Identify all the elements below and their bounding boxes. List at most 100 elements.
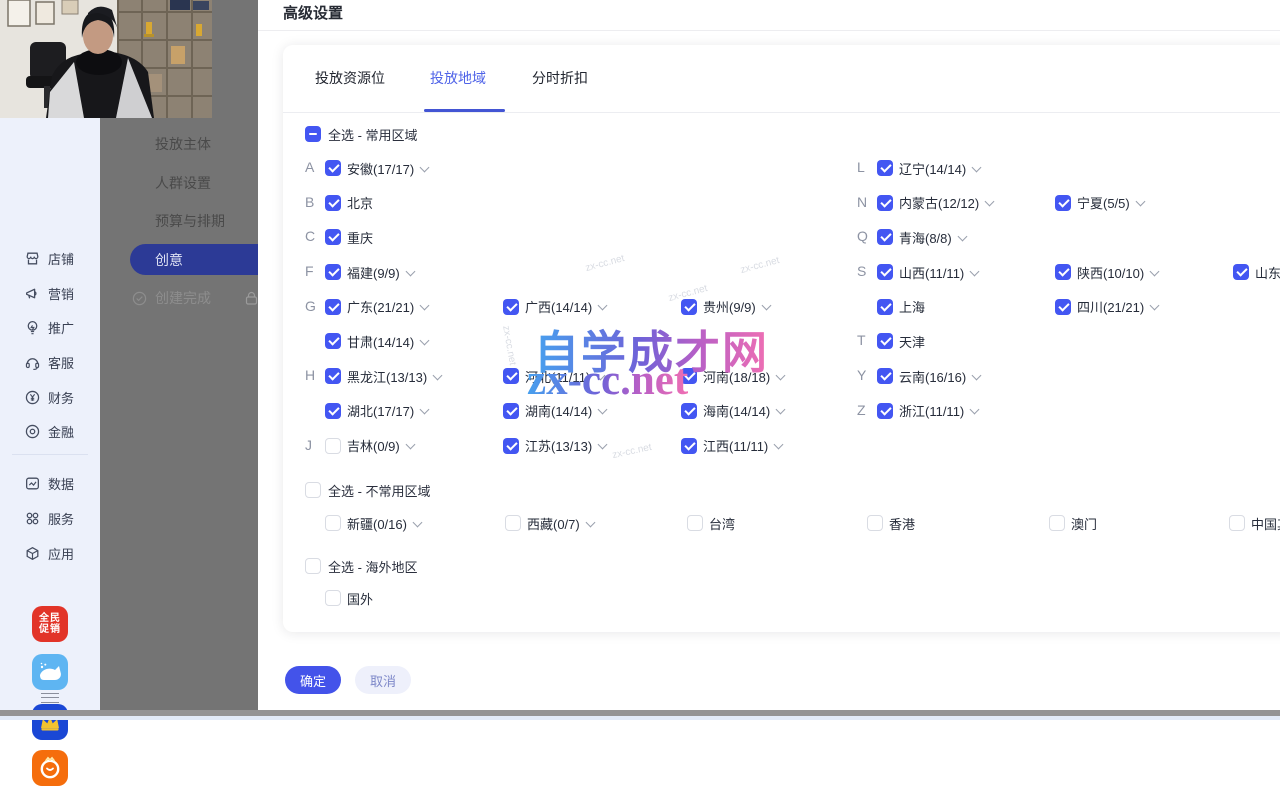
region-item[interactable]: 青海(8/8) bbox=[877, 227, 967, 247]
region-item[interactable]: 湖南(14/14) bbox=[503, 401, 607, 421]
region-item[interactable]: 西藏(0/7) bbox=[505, 513, 595, 533]
chevron-down-icon[interactable] bbox=[1150, 268, 1159, 277]
checkbox-checked[interactable] bbox=[503, 438, 519, 454]
checkbox-unchecked[interactable] bbox=[325, 590, 341, 606]
region-item[interactable]: 云南(16/16) bbox=[877, 366, 981, 386]
checkbox-unchecked[interactable] bbox=[1049, 515, 1065, 531]
region-item[interactable]: 安徽(17/17) bbox=[325, 158, 429, 178]
sidebar-item-data[interactable]: 数据 bbox=[0, 471, 100, 495]
checkbox-unchecked[interactable] bbox=[305, 482, 321, 498]
sidebar-item-services[interactable]: 服务 bbox=[0, 506, 100, 530]
region-item[interactable]: 河北(11/11) bbox=[503, 366, 605, 386]
checkbox-checked[interactable] bbox=[681, 368, 697, 384]
chevron-down-icon[interactable] bbox=[958, 233, 967, 242]
checkbox-unchecked[interactable] bbox=[505, 515, 521, 531]
region-item[interactable]: 新疆(0/16) bbox=[325, 513, 422, 533]
checkbox-checked[interactable] bbox=[325, 403, 341, 419]
region-item[interactable]: 重庆 bbox=[325, 227, 373, 247]
checkbox-checked[interactable] bbox=[1055, 264, 1071, 280]
wizard-step-audience[interactable]: 人群设置 bbox=[155, 172, 211, 194]
sidebar-item-apps[interactable]: 应用 bbox=[0, 541, 100, 565]
region-item[interactable]: 澳门 bbox=[1049, 513, 1097, 533]
select-all-common-regions[interactable]: 全选 - 常用区域 bbox=[305, 124, 418, 144]
chevron-down-icon[interactable] bbox=[406, 441, 415, 450]
checkbox-checked[interactable] bbox=[877, 160, 893, 176]
region-item[interactable]: 海南(14/14) bbox=[681, 401, 785, 421]
chevron-down-icon[interactable] bbox=[598, 302, 607, 311]
checkbox-checked[interactable] bbox=[1055, 195, 1071, 211]
checkbox-unchecked[interactable] bbox=[687, 515, 703, 531]
checkbox-checked[interactable] bbox=[325, 368, 341, 384]
region-item[interactable]: 山东(16/16) bbox=[1233, 262, 1280, 282]
tab-placement-resources[interactable]: 投放资源位 bbox=[315, 45, 385, 112]
checkbox-checked[interactable] bbox=[1055, 299, 1071, 315]
wizard-step-complete[interactable]: 创建完成 bbox=[132, 288, 211, 308]
chevron-down-icon[interactable] bbox=[420, 164, 429, 173]
app-icon-quanmin-cuxiao[interactable]: 全民 促销 bbox=[32, 606, 68, 642]
region-item[interactable]: 广东(21/21) bbox=[325, 297, 429, 317]
region-item[interactable]: 北京 bbox=[325, 193, 373, 213]
chevron-down-icon[interactable] bbox=[985, 198, 994, 207]
region-item[interactable]: 上海 bbox=[877, 297, 925, 317]
chevron-down-icon[interactable] bbox=[598, 406, 607, 415]
chevron-down-icon[interactable] bbox=[433, 372, 442, 381]
chevron-down-icon[interactable] bbox=[970, 406, 979, 415]
checkbox-unchecked[interactable] bbox=[325, 438, 341, 454]
region-item[interactable]: 香港 bbox=[867, 513, 915, 533]
region-item[interactable]: 四川(21/21) bbox=[1055, 297, 1159, 317]
checkbox-checked[interactable] bbox=[325, 229, 341, 245]
region-item[interactable]: 辽宁(14/14) bbox=[877, 158, 981, 178]
checkbox-checked[interactable] bbox=[325, 299, 341, 315]
checkbox-checked[interactable] bbox=[877, 264, 893, 280]
region-item[interactable]: 江苏(13/13) bbox=[503, 436, 607, 456]
region-item[interactable]: 国外 bbox=[325, 588, 373, 608]
region-item[interactable]: 吉林(0/9) bbox=[325, 436, 415, 456]
chevron-down-icon[interactable] bbox=[1150, 302, 1159, 311]
confirm-button[interactable]: 确定 bbox=[285, 666, 341, 694]
sidebar-item-service-desk[interactable]: 客服 bbox=[0, 350, 100, 374]
region-item[interactable]: 天津 bbox=[877, 331, 925, 351]
chevron-down-icon[interactable] bbox=[972, 164, 981, 173]
region-item[interactable]: 福建(9/9) bbox=[325, 262, 415, 282]
checkbox-checked[interactable] bbox=[1233, 264, 1249, 280]
checkbox-checked[interactable] bbox=[681, 299, 697, 315]
chevron-down-icon[interactable] bbox=[776, 372, 785, 381]
checkbox-unchecked[interactable] bbox=[305, 558, 321, 574]
region-item[interactable]: 湖北(17/17) bbox=[325, 401, 429, 421]
chevron-down-icon[interactable] bbox=[762, 302, 771, 311]
cancel-button[interactable]: 取消 bbox=[355, 666, 411, 694]
tab-time-discount[interactable]: 分时折扣 bbox=[532, 45, 588, 112]
checkbox-checked[interactable] bbox=[503, 403, 519, 419]
chevron-down-icon[interactable] bbox=[598, 441, 607, 450]
region-item[interactable]: 贵州(9/9) bbox=[681, 297, 771, 317]
region-item[interactable]: 台湾 bbox=[687, 513, 735, 533]
chevron-down-icon[interactable] bbox=[774, 441, 783, 450]
app-icon-whale[interactable] bbox=[32, 654, 68, 690]
region-item[interactable]: 陕西(10/10) bbox=[1055, 262, 1159, 282]
app-icon-coin-mascot[interactable] bbox=[32, 750, 68, 786]
select-all-overseas-regions[interactable]: 全选 - 海外地区 bbox=[305, 556, 418, 576]
sidebar-item-shop[interactable]: 店铺 bbox=[0, 246, 100, 270]
chevron-down-icon[interactable] bbox=[420, 406, 429, 415]
chevron-down-icon[interactable] bbox=[596, 372, 605, 381]
region-item[interactable]: 中国其他 bbox=[1229, 513, 1280, 533]
select-all-uncommon-regions[interactable]: 全选 - 不常用区域 bbox=[305, 480, 431, 500]
region-item[interactable]: 山西(11/11) bbox=[877, 262, 979, 282]
region-item[interactable]: 浙江(11/11) bbox=[877, 401, 979, 421]
chevron-down-icon[interactable] bbox=[586, 519, 595, 528]
checkbox-indeterminate[interactable] bbox=[305, 126, 321, 142]
checkbox-checked[interactable] bbox=[325, 333, 341, 349]
region-item[interactable]: 甘肃(14/14) bbox=[325, 331, 429, 351]
checkbox-checked[interactable] bbox=[877, 333, 893, 349]
chevron-down-icon[interactable] bbox=[1136, 198, 1145, 207]
checkbox-checked[interactable] bbox=[325, 195, 341, 211]
checkbox-unchecked[interactable] bbox=[1229, 515, 1245, 531]
chevron-down-icon[interactable] bbox=[420, 337, 429, 346]
region-item[interactable]: 广西(14/14) bbox=[503, 297, 607, 317]
collapse-menu-icon[interactable] bbox=[41, 690, 59, 706]
checkbox-checked[interactable] bbox=[325, 264, 341, 280]
chevron-down-icon[interactable] bbox=[776, 406, 785, 415]
region-item[interactable]: 江西(11/11) bbox=[681, 436, 783, 456]
wizard-step-creative-active[interactable]: 创意 bbox=[130, 244, 258, 275]
chevron-down-icon[interactable] bbox=[970, 268, 979, 277]
